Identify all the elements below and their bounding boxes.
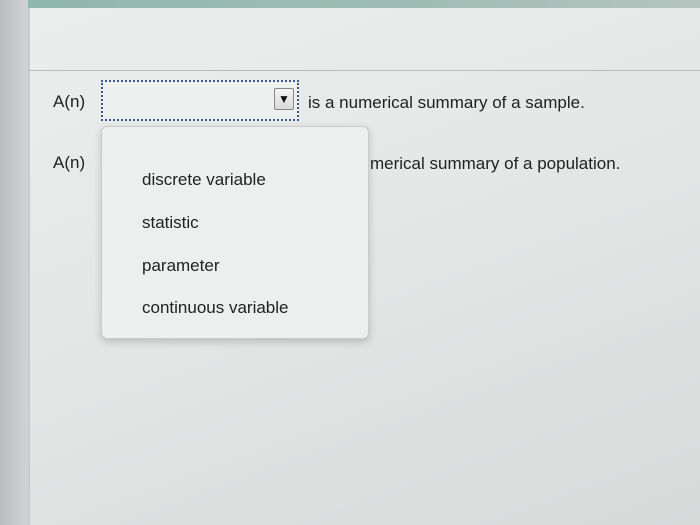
left-edge xyxy=(0,0,28,525)
chevron-down-icon[interactable]: ▼ xyxy=(274,88,294,110)
dropdown-menu: discrete variable statistic parameter co… xyxy=(101,126,369,339)
dropdown-option-statistic[interactable]: statistic xyxy=(142,213,199,233)
divider-line xyxy=(28,70,700,71)
dropdown-option-discrete-variable[interactable]: discrete variable xyxy=(142,170,266,190)
dropdown-option-continuous-variable[interactable]: continuous variable xyxy=(142,298,288,318)
question-2-suffix: merical summary of a population. xyxy=(370,154,621,173)
question-1-suffix: is a numerical summary of a sample. xyxy=(308,93,585,112)
answer-select-1[interactable]: ▼ xyxy=(101,80,299,121)
question-1-prefix: A(n) xyxy=(53,92,86,111)
question-2-prefix: A(n) xyxy=(53,153,86,172)
top-strip xyxy=(0,0,700,8)
dropdown-option-parameter[interactable]: parameter xyxy=(142,256,219,276)
